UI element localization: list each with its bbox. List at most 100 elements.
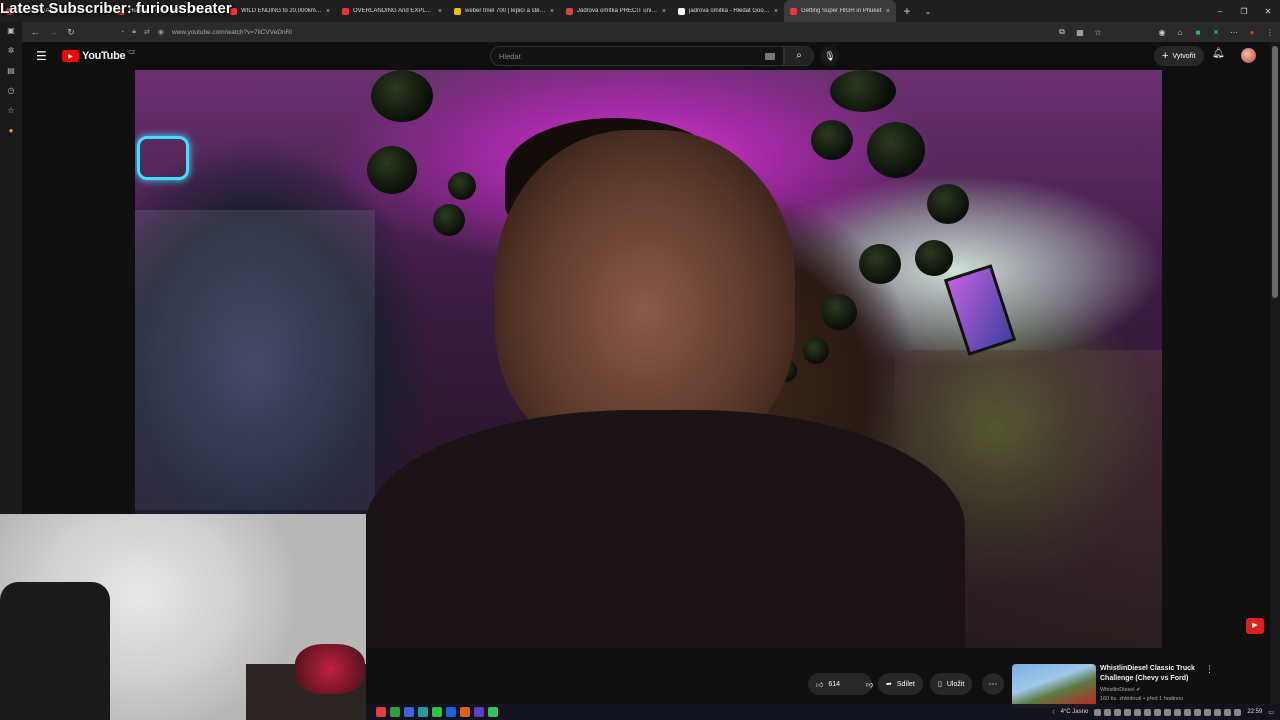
taskbar-app-icon[interactable]: [376, 707, 386, 717]
video-frame-ball: [433, 204, 465, 236]
youtube-play-icon: ▶: [62, 50, 79, 62]
taskbar-app-icon[interactable]: [460, 707, 470, 717]
history-icon[interactable]: ◷: [5, 86, 17, 98]
search-button[interactable]: ⌕: [784, 46, 814, 66]
tray-icons: [1094, 708, 1242, 716]
taskbar-app-icon[interactable]: [446, 707, 456, 717]
forward-button[interactable]: →: [44, 27, 62, 37]
lock-icon[interactable]: 🔒︎: [132, 28, 136, 36]
video-frame-neon-sign: [137, 136, 189, 180]
tab-close-icon[interactable]: ×: [326, 8, 330, 15]
back-button[interactable]: ←: [26, 27, 44, 37]
shopping-icon[interactable]: ●: [5, 126, 17, 138]
address-bar-row: ← → ↻ ◔ 🔒︎ ⇄ ◉ www.youtube.com/watch?v=7…: [22, 22, 1280, 42]
tray-icon[interactable]: [1204, 708, 1212, 716]
taskbar-app-icon[interactable]: [404, 707, 414, 717]
more-menu-icon[interactable]: ⋮: [1264, 28, 1276, 37]
clock[interactable]: 22:59: [1247, 709, 1262, 715]
taskbar-app-icon[interactable]: [390, 707, 400, 717]
view-site-info-icon[interactable]: ◉: [158, 28, 164, 36]
tray-icon[interactable]: [1124, 708, 1132, 716]
taskbar-app-icon[interactable]: [488, 707, 498, 717]
taskbar-app-icon[interactable]: [418, 707, 428, 717]
tab-close-icon[interactable]: ×: [438, 8, 442, 15]
extension-green-icon[interactable]: ■: [1192, 28, 1204, 37]
browser-tab[interactable]: jadrova omitka - Hledat Googlem ×: [672, 0, 784, 22]
tray-icon[interactable]: [1114, 708, 1122, 716]
guide-menu-icon[interactable]: ☰: [36, 49, 47, 63]
like-button[interactable]: 👍︎ 614: [808, 673, 848, 695]
browser-tab[interactable]: WILD ENDING to 20,000km Fro ×: [224, 0, 336, 22]
sidebar-toggle-icon[interactable]: ▣: [5, 26, 17, 38]
country-code: CZ: [128, 50, 135, 56]
tray-icon[interactable]: [1194, 708, 1202, 716]
extensions-icon[interactable]: ✲: [5, 46, 17, 58]
reader-view-icon[interactable]: ▦: [1074, 28, 1086, 37]
create-button[interactable]: + Vytvořit: [1154, 46, 1204, 66]
app-available-icon[interactable]: ⧉: [1056, 27, 1068, 37]
browser-tab[interactable]: Jádrová omítka PRECIT univerzá ×: [560, 0, 672, 22]
extensions-puzzle-icon[interactable]: ⌂: [1174, 28, 1186, 37]
taskbar-app-icon[interactable]: [474, 707, 484, 717]
account-avatar[interactable]: [1241, 48, 1256, 63]
tray-icon[interactable]: [1134, 708, 1142, 716]
tray-icon[interactable]: [1144, 708, 1152, 716]
taskbar-app-icon[interactable]: [432, 707, 442, 717]
tray-icon[interactable]: [1094, 708, 1102, 716]
notifications-bell-icon[interactable]: 🔔︎: [1212, 48, 1225, 59]
favorite-star-icon[interactable]: ☆: [1092, 28, 1104, 37]
ext-menu-icon[interactable]: ⋯: [1228, 28, 1240, 37]
tray-icon[interactable]: [1214, 708, 1222, 716]
browser-tab[interactable]: weber tmel 700 | lepicí a stěrko ×: [448, 0, 560, 22]
minimize-button[interactable]: –: [1208, 0, 1232, 22]
account-icon[interactable]: ◉: [1156, 28, 1168, 37]
tray-icon[interactable]: [1154, 708, 1162, 716]
recommended-thumbnail[interactable]: [1012, 664, 1096, 708]
voice-search-mic-icon[interactable]: 🎙︎: [820, 46, 840, 66]
favorites-icon[interactable]: ☆: [5, 106, 17, 118]
browser-tab[interactable]: Getting Super HIGH in Phuket ×: [784, 0, 896, 22]
restore-button[interactable]: ❐: [1232, 0, 1256, 22]
scrollbar-thumb[interactable]: [1272, 46, 1278, 298]
tray-icon[interactable]: [1234, 708, 1242, 716]
save-button[interactable]: ▯ Uložit: [930, 673, 973, 695]
tab-close-icon[interactable]: ×: [886, 8, 890, 15]
recommended-channel[interactable]: WhistlinDiesel ✔︎: [1100, 687, 1141, 693]
reload-button[interactable]: ↻: [62, 27, 80, 38]
search-input[interactable]: Hledat: [490, 46, 784, 66]
tab-close-icon[interactable]: ×: [550, 8, 554, 15]
notification-center-icon[interactable]: ▭: [1268, 709, 1274, 716]
new-tab-button[interactable]: +: [896, 4, 918, 18]
video-frame-ball: [803, 338, 829, 364]
tray-icon[interactable]: [1164, 708, 1172, 716]
miniplayer-icon[interactable]: ▶: [1246, 618, 1264, 634]
youtube-logo[interactable]: ▶ YouTube CZ: [62, 50, 135, 62]
windows-taskbar: ☾ 4°C Jasno 22:59 ▭: [366, 704, 1280, 720]
collections-icon[interactable]: ▤: [5, 66, 17, 78]
save-label: Uložit: [946, 680, 965, 688]
tray-icon[interactable]: [1184, 708, 1192, 716]
extension-cyan-icon[interactable]: ✕: [1210, 28, 1222, 37]
keyboard-icon[interactable]: [765, 53, 775, 60]
site-settings-icon[interactable]: ⇄: [144, 28, 150, 36]
tab-favicon-icon: [566, 7, 573, 15]
weather-widget[interactable]: ☾ 4°C Jasno: [1052, 709, 1088, 716]
omnibox[interactable]: ◔ 🔒︎ ⇄ ◉ www.youtube.com/watch?v=7liCVVe…: [120, 28, 292, 36]
recommended-title[interactable]: WhistlinDiesel Classic Truck Challenge (…: [1100, 664, 1212, 684]
url-text[interactable]: www.youtube.com/watch?v=7liCVVeDnRI: [172, 29, 292, 36]
tab-close-icon[interactable]: ×: [774, 8, 778, 15]
thumbs-down-icon: 👎︎: [866, 681, 874, 689]
more-actions-button[interactable]: ⋯: [982, 673, 1004, 695]
browser-tab[interactable]: OVERLANDING And EXPLORIN ×: [336, 0, 448, 22]
recommended-menu-icon[interactable]: ⋮: [1205, 664, 1214, 675]
page-scrollbar[interactable]: [1270, 42, 1280, 720]
tray-icon[interactable]: [1224, 708, 1232, 716]
tab-close-icon[interactable]: ×: [662, 8, 666, 15]
tray-icon[interactable]: [1174, 708, 1182, 716]
tab-search-dropdown[interactable]: ⌄: [918, 7, 938, 16]
close-window-button[interactable]: ✕: [1256, 0, 1280, 22]
tracking-icon[interactable]: ◔: [120, 29, 124, 36]
share-button[interactable]: ➦ Sdílet: [878, 673, 923, 695]
tray-icon[interactable]: [1104, 708, 1112, 716]
ext-red-icon[interactable]: ●: [1246, 28, 1258, 37]
